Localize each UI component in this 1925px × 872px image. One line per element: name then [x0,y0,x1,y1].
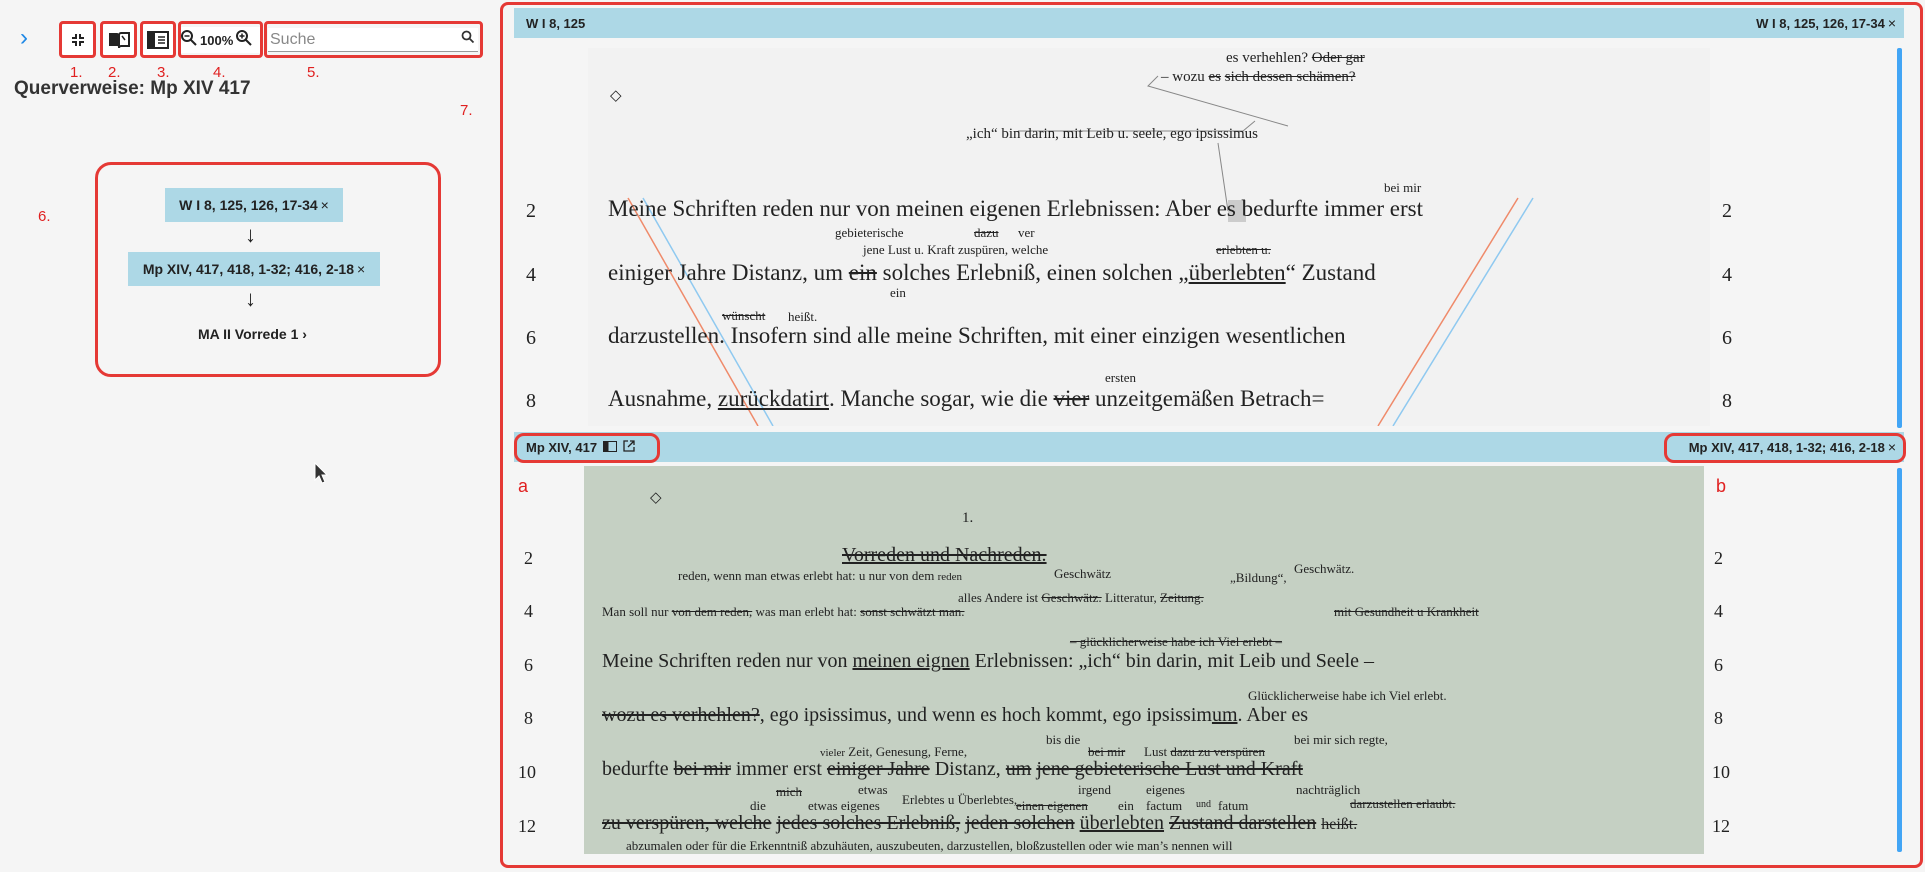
manuscript-text: ersten [1105,370,1137,385]
annotation-letter-a: a [518,476,529,496]
bottom-panel-scrollbar[interactable] [1897,468,1902,852]
arrow-down-icon: ↓ [245,286,256,311]
top-panel-range-label: W I 8, 125, 126, 17-34 [1756,15,1885,31]
annotation-box-2 [100,21,137,58]
manuscript-text: etwas [858,782,888,797]
line-number: 8 [524,708,533,728]
manuscript-text: 1. [962,510,974,526]
manuscript-text: alles Andere ist Geschwätz. Litteratur, … [958,590,1204,605]
manuscript-text: es verhehlen? Oder gar [1226,50,1365,66]
manuscript-text: „Bildung“, [1230,570,1287,585]
line-number: 6 [526,327,536,349]
expand-chevron[interactable]: › [20,24,28,52]
annotation-number-5: 5. [307,64,320,81]
manuscript-line-4: einiger Jahre Distanz, um ein solches Er… [608,260,1376,285]
annotation-number-7: 7. [460,102,473,119]
annotation-number-6: 6. [38,208,51,225]
manuscript-text: mit Gesundheit u Krankheit [1334,604,1479,619]
line-number: 2 [1722,200,1732,222]
page-title: Querverweise: Mp XIV 417 [14,78,251,99]
manuscript-text: „ich“ bin darin, mit Leib u. seele, ego … [966,126,1259,142]
close-icon[interactable]: × [321,197,329,213]
manuscript-text: Glücklicherweise habe ich Viel erlebt. [1248,688,1447,703]
manuscript-text: – glücklicherweise habe ich Viel erlebt … [1070,634,1282,649]
diamond-icon: ◇ [650,490,662,506]
manuscript-text: bei mir sich regte, [1294,732,1388,747]
line-number: 4 [1722,264,1732,286]
crossref-node-w-i-8[interactable]: W I 8, 125, 126, 17-34 × [165,188,343,222]
manuscript-text: mich [776,784,802,799]
line-number: 6 [1722,327,1732,349]
manuscript-text: ver [1018,225,1035,240]
top-panel-source-label: W I 8, 125 [526,15,586,31]
manuscript-text: gebieterische [835,225,904,240]
line-number: 4 [524,601,533,621]
manuscript-text: Geschwätz [1054,566,1112,581]
line-number: 8 [1714,708,1723,728]
top-panel-header: W I 8, 125 W I 8, 125, 126, 17-34 × [514,8,1904,38]
annotation-box-a [514,433,660,463]
annotation-box-1 [59,21,96,58]
crossref-node-label: W I 8, 125, 126, 17-34 [179,197,318,213]
manuscript-text: irgend [1078,782,1111,797]
manuscript-line-8: Ausnahme, zurückdatirt. Manche sogar, wi… [608,386,1325,411]
line-number: 10 [1712,762,1730,782]
manuscript-text: bis die [1046,732,1081,747]
annotation-box-3 [140,21,176,58]
manuscript-line-4: Man soll nur von dem reden, was man erle… [602,604,965,619]
manuscript-text: dazu [974,225,999,240]
manuscript-heading: Vorreden und Nachreden. [842,544,1047,566]
manuscript-line-2: Meine Schriften reden nur von meinen eig… [608,196,1423,221]
manuscript-text: – wozu es sich dessen schämen? [1161,69,1356,85]
line-number: 4 [1714,601,1723,621]
top-panel-scrollbar[interactable] [1897,48,1902,428]
line-number: 2 [524,548,533,568]
manuscript-text: erlebten u. [1216,242,1271,257]
arrow-down-icon: ↓ [245,222,256,247]
crossref-node-mp-xiv[interactable]: Mp XIV, 417, 418, 1-32; 416, 2-18 × [128,252,380,286]
manuscript-line-12: zu verspüren, welche jedes solches Erleb… [602,812,1358,834]
manuscript-page-bottom: ◇ 1. Vorreden und Nachreden. reden, wenn… [584,466,1704,854]
line-number: 8 [526,390,536,412]
line-number: 6 [1714,655,1723,675]
manuscript-text: reden, wenn man etwas erlebt hat: u nur … [678,568,962,583]
close-icon[interactable]: × [357,261,365,277]
annotation-letter-b: b [1716,476,1727,496]
manuscript-line-10: bedurfte bei mir immer erst einiger Jahr… [602,758,1303,780]
manuscript-text: bei mir [1384,180,1422,195]
manuscript-line-13: abzumalen oder für die Erkenntniß abzuhä… [626,838,1233,853]
manuscript-text: Geschwätz. [1294,561,1355,576]
diamond-icon: ◇ [610,88,622,104]
line-number: 6 [524,655,533,675]
manuscript-line-6: Meine Schriften reden nur von meinen eig… [602,650,1375,672]
manuscript-text: Erlebtes u Überlebtes, [902,792,1018,807]
crossref-link-ma-ii[interactable]: MA II Vorrede 1 › [198,326,307,342]
manuscript-text: ein [890,285,906,300]
manuscript-text: wünscht [722,308,766,323]
annotation-box-4 [178,21,263,58]
line-number: 2 [526,200,536,222]
manuscript-text: eigenes [1146,782,1185,797]
manuscript-page-top: ◇ es verhehlen? Oder gar – wozu es sich … [588,48,1710,426]
line-number: 12 [518,816,536,836]
manuscript-line-8: wozu es verhehlen?, ego ipsissimus, und … [602,704,1309,726]
annotation-box-b [1664,433,1906,463]
line-number: 10 [518,762,536,782]
manuscript-text: jene Lust u. Kraft zuspüren, welche [863,242,1049,257]
line-number: 2 [1714,548,1723,568]
close-icon[interactable]: × [1888,15,1896,31]
manuscript-text: und [1196,799,1211,810]
line-number: 8 [1722,390,1732,412]
line-number: 12 [1712,816,1730,836]
manuscript-strokes [627,75,1534,426]
annotation-box-5 [264,21,483,58]
line-number: 4 [526,264,536,286]
mouse-pointer-icon [314,462,328,484]
manuscript-text: darzustellen erlaubt. [1350,796,1456,811]
manuscript-line-6: darzustellen. Insofern sind alle meine S… [608,323,1346,348]
crossref-node-label: Mp XIV, 417, 418, 1-32; 416, 2-18 [142,261,354,277]
